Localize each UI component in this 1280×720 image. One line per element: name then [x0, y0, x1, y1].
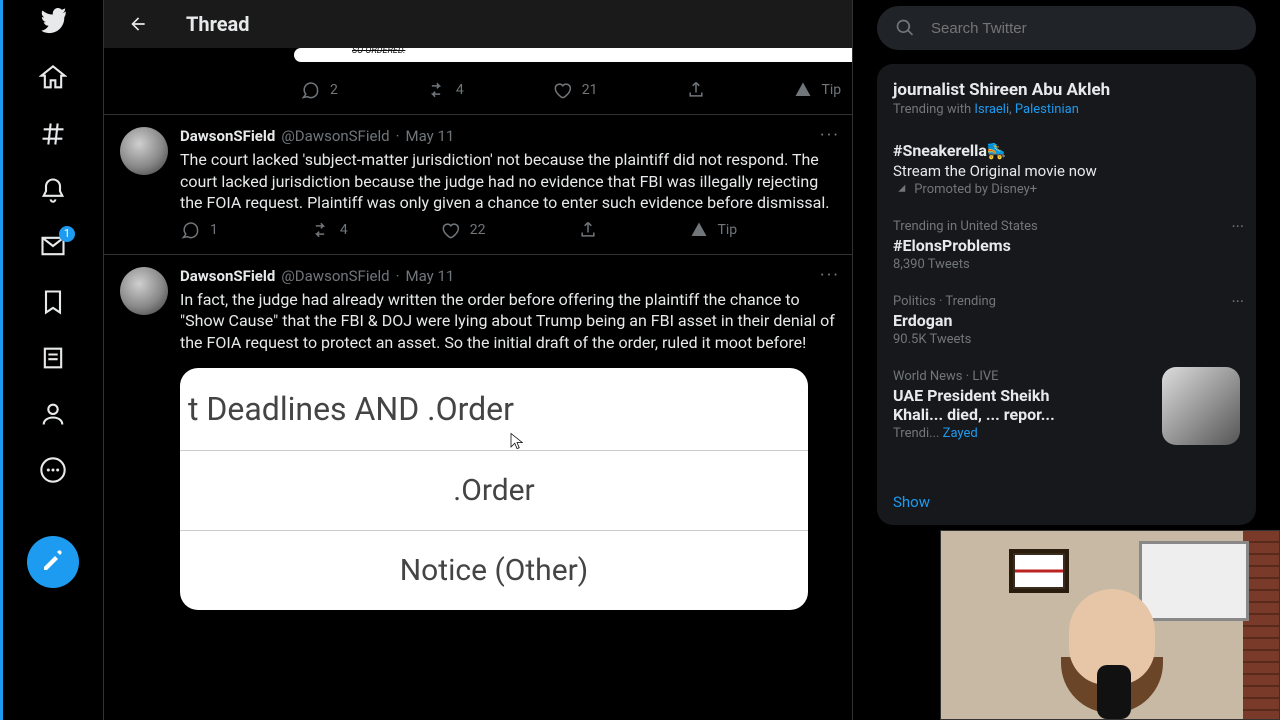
trend-title: Erdogan [893, 311, 1240, 330]
doc-row: Notice (Other) [180, 530, 808, 610]
webcam-overlay [940, 530, 1280, 720]
retweet-button[interactable]: 4 [426, 80, 464, 100]
tip-button[interactable]: Tip [690, 221, 738, 239]
share-button[interactable] [578, 220, 598, 240]
retweet-count: 4 [456, 82, 464, 98]
promoted-icon [893, 183, 907, 197]
trend-link[interactable]: Zayed [943, 426, 978, 441]
search-icon [895, 18, 915, 38]
doc-row: .Order [180, 450, 808, 530]
retweet-count: 4 [340, 222, 348, 238]
tip-button[interactable]: Tip [794, 81, 842, 99]
tweet-more-button[interactable]: ··· [820, 265, 840, 286]
trend-title: journalist Shireen Abu Akleh [893, 80, 1240, 100]
lists-icon[interactable] [39, 344, 67, 372]
trends-panel: journalist Shireen Abu Akleh Trending wi… [877, 64, 1256, 525]
tweet[interactable]: DawsonSField @DawsonSField · May 11 In f… [104, 254, 852, 610]
embedded-image[interactable]: t Deadlines AND .Order .Order Notice (Ot… [180, 368, 808, 610]
trend-sub: Trending with Israeli, Palestinian [893, 102, 1240, 117]
avatar[interactable] [120, 127, 168, 175]
tweet[interactable]: DawsonSField @DawsonSField · May 11 The … [104, 114, 852, 254]
feed: SO ORDERED. 2 4 21 [104, 48, 852, 720]
tweet-date[interactable]: May 11 [405, 127, 454, 145]
reply-count: 2 [330, 82, 338, 98]
page-title: Thread [186, 12, 250, 36]
search-box[interactable] [877, 6, 1256, 50]
notifications-icon[interactable] [39, 176, 67, 204]
like-button[interactable]: 21 [552, 80, 598, 100]
twitter-logo-icon[interactable] [39, 8, 67, 36]
like-count: 22 [470, 222, 486, 238]
prev-tweet-image-fragment[interactable]: SO ORDERED. [294, 48, 852, 62]
main-column: Thread SO ORDERED. 2 4 21 [103, 0, 853, 720]
author-name[interactable]: DawsonSField [180, 127, 275, 145]
trend-more-button[interactable]: ··· [1231, 217, 1244, 236]
trend-item[interactable]: journalist Shireen Abu Akleh Trending wi… [877, 68, 1256, 129]
trend-title: UAE President Sheikh Khali... died, ... … [893, 386, 1103, 424]
tweet-text: In fact, the judge had already written t… [180, 289, 836, 354]
news-thumbnail [1162, 367, 1240, 445]
author-handle[interactable]: @DawsonSField [281, 127, 389, 145]
trend-sub: Stream the Original movie now [893, 162, 1240, 180]
search-input[interactable] [931, 20, 1238, 37]
trend-item-promoted[interactable]: #Sneakerella🛼 Stream the Original movie … [877, 129, 1256, 209]
trend-sub: 8,390 Tweets [893, 257, 1240, 272]
tweet-more-button[interactable]: ··· [820, 125, 840, 146]
tip-label: Tip [718, 222, 738, 238]
show-more-link[interactable]: Show [877, 479, 1256, 525]
trend-item[interactable]: Politics · Trending Erdogan 90.5K Tweets… [877, 284, 1256, 359]
like-count: 21 [582, 82, 598, 98]
trend-promoted: Promoted by Disney+ [893, 182, 1240, 197]
compose-button[interactable] [27, 536, 79, 588]
left-nav: 1 [3, 0, 103, 720]
trend-link[interactable]: Israeli [974, 102, 1009, 117]
bookmarks-icon[interactable] [39, 288, 67, 316]
trend-more-button[interactable]: ··· [1231, 292, 1244, 311]
tweet-header: DawsonSField @DawsonSField · May 11 [180, 267, 836, 285]
tweet-date[interactable]: May 11 [405, 267, 454, 285]
prev-tweet-actions: 2 4 21 Tip [104, 74, 852, 114]
messages-icon[interactable]: 1 [39, 232, 67, 260]
tip-label: Tip [822, 82, 842, 98]
more-icon[interactable] [39, 456, 67, 484]
tweet-header: DawsonSField @DawsonSField · May 11 [180, 127, 836, 145]
home-icon[interactable] [39, 64, 67, 92]
author-handle[interactable]: @DawsonSField [281, 267, 389, 285]
retweet-button[interactable]: 4 [310, 220, 348, 240]
doc-row: t Deadlines AND .Order [180, 368, 808, 450]
back-button[interactable] [120, 6, 156, 42]
reply-count: 1 [210, 222, 218, 238]
trend-title: #Sneakerella🛼 [893, 141, 1240, 160]
trend-meta: Politics · Trending [893, 294, 1240, 309]
like-button[interactable]: 22 [440, 220, 486, 240]
trend-link[interactable]: Palestinian [1015, 102, 1079, 117]
trend-title: #ElonsProblems [893, 236, 1240, 255]
author-name[interactable]: DawsonSField [180, 267, 275, 285]
reply-button[interactable]: 1 [180, 220, 218, 240]
thread-header: Thread [104, 0, 852, 48]
profile-icon[interactable] [39, 400, 67, 428]
avatar[interactable] [120, 267, 168, 315]
trend-sub: 90.5K Tweets [893, 332, 1240, 347]
reply-button[interactable]: 2 [300, 80, 338, 100]
trend-item[interactable]: Trending in United States #ElonsProblems… [877, 209, 1256, 284]
messages-badge: 1 [59, 226, 75, 242]
tweet-text: The court lacked 'subject-matter jurisdi… [180, 149, 836, 214]
share-button[interactable] [686, 80, 706, 100]
trend-item-news[interactable]: World News · LIVE UAE President Sheikh K… [877, 359, 1256, 479]
trend-meta: Trending in United States [893, 219, 1240, 234]
explore-icon[interactable] [39, 120, 67, 148]
